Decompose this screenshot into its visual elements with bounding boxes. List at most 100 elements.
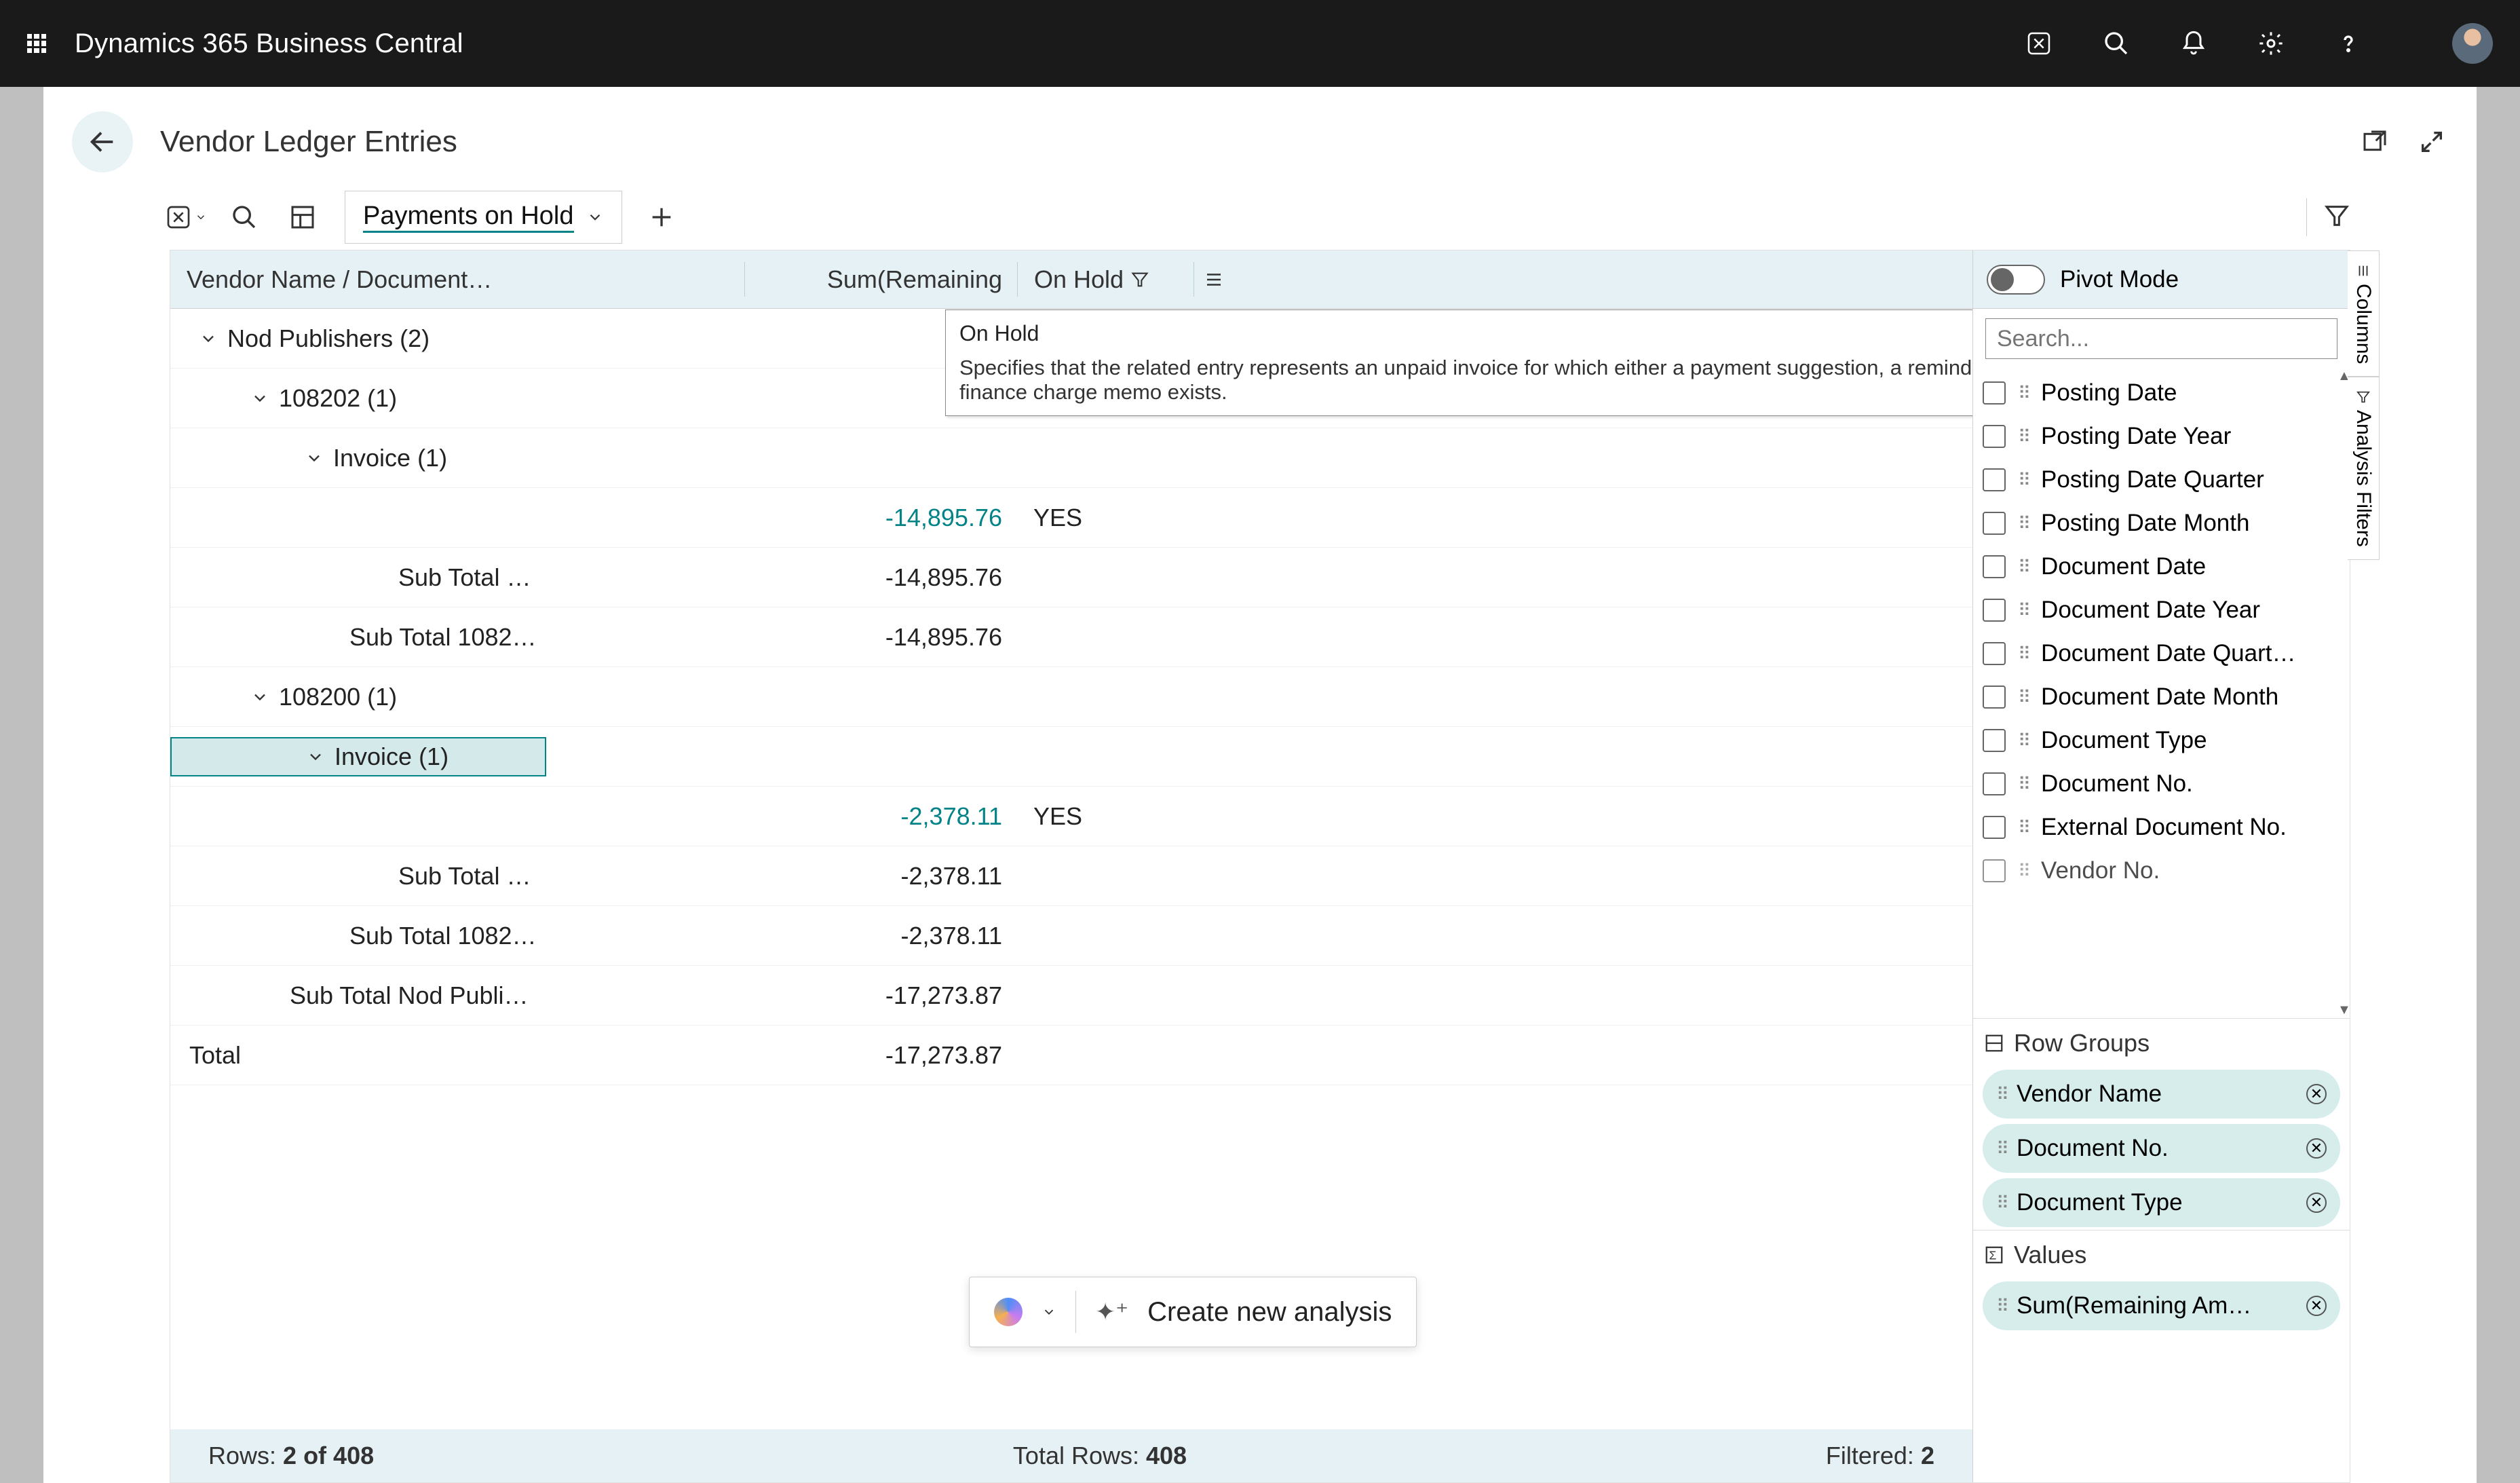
settings-icon[interactable] bbox=[2257, 29, 2285, 58]
drag-handle-icon[interactable]: ⠿ bbox=[1996, 1296, 2007, 1317]
drag-handle-icon[interactable]: ⠿ bbox=[2018, 470, 2029, 491]
checkbox[interactable] bbox=[1983, 468, 2006, 491]
drag-handle-icon[interactable]: ⠿ bbox=[2018, 383, 2029, 404]
search-list-icon[interactable] bbox=[228, 201, 261, 233]
copilot-toolbar-icon[interactable] bbox=[170, 201, 202, 233]
notifications-icon[interactable] bbox=[2179, 29, 2208, 58]
checkbox[interactable] bbox=[1983, 512, 2006, 535]
checkbox[interactable] bbox=[1983, 642, 2006, 665]
filter-pane-icon[interactable] bbox=[2323, 202, 2350, 233]
remove-icon[interactable]: ✕ bbox=[2306, 1084, 2327, 1104]
column-header-onhold[interactable]: On Hold bbox=[1017, 262, 1194, 297]
column-checkbox-item[interactable]: ⠿External Document No. bbox=[1983, 806, 2340, 849]
remove-icon[interactable]: ✕ bbox=[2306, 1138, 2327, 1159]
search-icon[interactable] bbox=[2102, 29, 2131, 58]
drag-handle-icon[interactable]: ⠿ bbox=[2018, 687, 2029, 708]
status-filtered: Filtered: 2 bbox=[1826, 1442, 1934, 1470]
columns-list[interactable]: ▲ ⠿Posting Date ⠿Posting Date Year ⠿Post… bbox=[1973, 369, 2350, 1018]
group-row-selected[interactable]: Invoice (1) bbox=[170, 727, 1972, 787]
column-header-group[interactable]: Vendor Name / Document… bbox=[170, 265, 744, 294]
pivot-mode-toggle[interactable] bbox=[1987, 265, 2045, 295]
subtotal-row: Sub Total Nod Publi… -17,273.87 bbox=[170, 966, 1972, 1026]
create-analysis-button[interactable]: Create new analysis bbox=[1147, 1297, 1392, 1328]
drag-handle-icon[interactable]: ⠿ bbox=[1996, 1193, 2007, 1214]
row-group-pill[interactable]: ⠿Document No.✕ bbox=[1983, 1124, 2340, 1173]
column-checkbox-item[interactable]: ⠿Posting Date Month bbox=[1983, 502, 2340, 545]
checkbox[interactable] bbox=[1983, 816, 2006, 839]
back-button[interactable] bbox=[72, 111, 133, 172]
value-pill[interactable]: ⠿Sum(Remaining Am…✕ bbox=[1983, 1281, 2340, 1330]
help-icon[interactable] bbox=[2334, 29, 2363, 58]
row-groups-icon bbox=[1984, 1033, 2004, 1053]
chevron-down-icon[interactable] bbox=[241, 688, 279, 707]
drag-handle-icon[interactable]: ⠿ bbox=[2018, 600, 2029, 621]
column-menu-icon[interactable] bbox=[1194, 262, 1233, 297]
checkbox[interactable] bbox=[1983, 381, 2006, 405]
data-row[interactable]: -2,378.11 YES bbox=[170, 787, 1972, 846]
column-checkbox-item[interactable]: ⠿Document Date bbox=[1983, 545, 2340, 588]
drag-handle-icon[interactable]: ⠿ bbox=[2018, 557, 2029, 578]
chevron-down-icon[interactable] bbox=[241, 389, 279, 408]
chevron-down-icon[interactable] bbox=[297, 747, 335, 766]
drag-handle-icon[interactable]: ⠿ bbox=[2018, 426, 2029, 447]
group-row[interactable]: 108200 (1) bbox=[170, 667, 1972, 727]
copilot-header-icon[interactable] bbox=[2025, 29, 2053, 58]
row-group-pill[interactable]: ⠿Vendor Name✕ bbox=[1983, 1070, 2340, 1119]
drag-handle-icon[interactable]: ⠿ bbox=[1996, 1084, 2007, 1105]
column-checkbox-item[interactable]: ⠿Document No. bbox=[1983, 762, 2340, 806]
data-row[interactable]: -14,895.76 YES bbox=[170, 488, 1972, 548]
drag-handle-icon[interactable]: ⠿ bbox=[2018, 643, 2029, 664]
checkbox[interactable] bbox=[1983, 859, 2006, 882]
drag-handle-icon[interactable]: ⠿ bbox=[2018, 513, 2029, 534]
remaining-amount-cell[interactable]: -14,895.76 bbox=[744, 504, 1017, 532]
checkbox[interactable] bbox=[1983, 425, 2006, 448]
column-checkbox-item[interactable]: ⠿Document Date Quart… bbox=[1983, 632, 2340, 675]
remove-icon[interactable]: ✕ bbox=[2306, 1193, 2327, 1213]
values-icon: Σ bbox=[1984, 1245, 2004, 1265]
page-title: Vendor Ledger Entries bbox=[160, 125, 457, 159]
column-checkbox-item[interactable]: ⠿Document Date Month bbox=[1983, 675, 2340, 719]
remove-icon[interactable]: ✕ bbox=[2306, 1296, 2327, 1316]
column-checkbox-item[interactable]: ⠿Document Date Year bbox=[1983, 588, 2340, 632]
grid-status-bar: Rows: 2 of 408 Total Rows: 408 Filtered:… bbox=[170, 1429, 1972, 1482]
column-checkbox-item[interactable]: ⠿Vendor No. bbox=[1983, 849, 2340, 893]
column-checkbox-item[interactable]: ⠿Document Type bbox=[1983, 719, 2340, 762]
chevron-down-icon[interactable] bbox=[295, 449, 333, 468]
checkbox[interactable] bbox=[1983, 555, 2006, 578]
analysis-tab-label: Payments on Hold bbox=[363, 202, 574, 233]
group-row[interactable]: Invoice (1) bbox=[170, 428, 1972, 488]
chevron-down-icon[interactable] bbox=[1042, 1304, 1056, 1319]
drag-handle-icon[interactable]: ⠿ bbox=[2018, 730, 2029, 751]
open-new-window-icon[interactable] bbox=[2359, 126, 2391, 158]
row-group-pill[interactable]: ⠿Document Type✕ bbox=[1983, 1178, 2340, 1227]
side-tab-columns[interactable]: Columns bbox=[2348, 250, 2380, 377]
checkbox[interactable] bbox=[1983, 686, 2006, 709]
tooltip-title: On Hold bbox=[959, 321, 1972, 346]
drag-handle-icon[interactable]: ⠿ bbox=[2018, 817, 2029, 838]
column-checkbox-item[interactable]: ⠿Posting Date Quarter bbox=[1983, 458, 2340, 502]
columns-icon bbox=[2356, 263, 2371, 278]
column-header-sum[interactable]: Sum(Remaining bbox=[744, 262, 1017, 297]
user-avatar[interactable] bbox=[2452, 23, 2493, 64]
subtotal-row: Sub Total 1082… -14,895.76 bbox=[170, 607, 1972, 667]
drag-handle-icon[interactable]: ⠿ bbox=[2018, 861, 2029, 882]
drag-handle-icon[interactable]: ⠿ bbox=[2018, 774, 2029, 795]
remaining-amount-cell[interactable]: -2,378.11 bbox=[744, 802, 1017, 831]
checkbox[interactable] bbox=[1983, 729, 2006, 752]
column-checkbox-item[interactable]: ⠿Posting Date bbox=[1983, 371, 2340, 415]
checkbox[interactable] bbox=[1983, 599, 2006, 622]
add-tab-button[interactable] bbox=[645, 201, 678, 233]
layout-icon[interactable] bbox=[286, 201, 319, 233]
chevron-down-icon[interactable] bbox=[189, 329, 227, 348]
columns-search-input[interactable] bbox=[1985, 318, 2337, 359]
analysis-tab[interactable]: Payments on Hold bbox=[345, 191, 622, 244]
column-checkbox-item[interactable]: ⠿Posting Date Year bbox=[1983, 415, 2340, 458]
collapse-icon[interactable] bbox=[2416, 126, 2448, 158]
drag-handle-icon[interactable]: ⠿ bbox=[1996, 1138, 2007, 1159]
app-launcher-icon[interactable] bbox=[27, 34, 46, 53]
filter-icon bbox=[2356, 390, 2371, 405]
page-header: Vendor Ledger Entries bbox=[43, 87, 2477, 185]
checkbox[interactable] bbox=[1983, 772, 2006, 795]
side-tab-analysis-filters[interactable]: Analysis Filters bbox=[2348, 377, 2380, 560]
copilot-icon[interactable] bbox=[994, 1298, 1023, 1326]
